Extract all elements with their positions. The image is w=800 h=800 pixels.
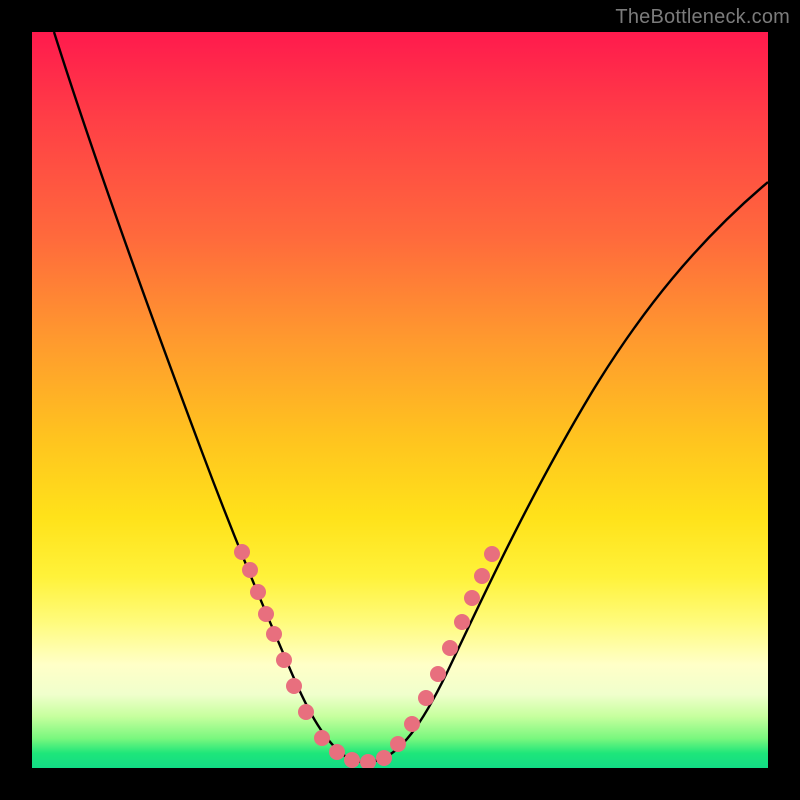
bottleneck-curve bbox=[32, 32, 768, 768]
marker-dots bbox=[234, 544, 500, 768]
watermark-text: TheBottleneck.com bbox=[615, 6, 790, 29]
plot-area bbox=[32, 32, 768, 768]
chart-frame: TheBottleneck.com bbox=[0, 0, 800, 800]
curve-path bbox=[54, 32, 768, 762]
